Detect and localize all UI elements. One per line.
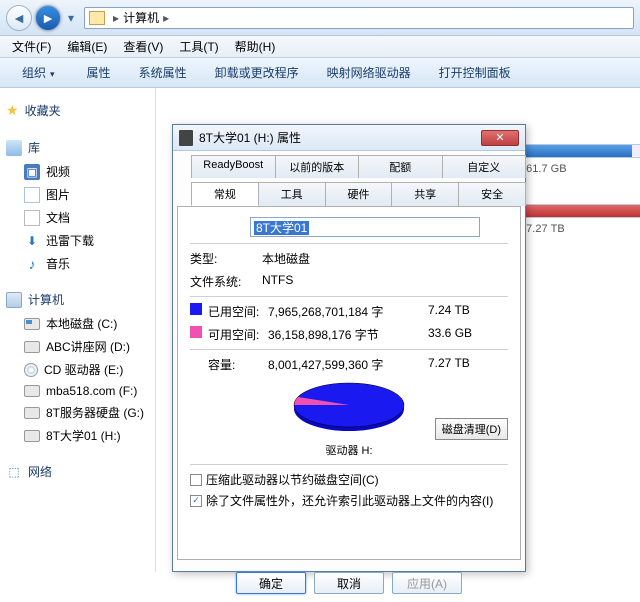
drive-d[interactable]: ABC讲座网 (D:)	[6, 335, 149, 358]
network-header[interactable]: ⬚网络	[6, 463, 149, 480]
cap-label: 容量:	[208, 356, 268, 373]
lib-videos[interactable]: ▣视频	[6, 160, 149, 183]
picture-icon	[24, 187, 40, 203]
type-label: 类型:	[190, 250, 262, 267]
disk-cleanup-button[interactable]: 磁盘清理(D)	[435, 418, 508, 440]
tab-readyboost[interactable]: ReadyBoost	[191, 155, 276, 178]
apply-button[interactable]: 应用(A)	[392, 572, 462, 594]
address-bar[interactable]: ▸ 计算机 ▸	[84, 7, 634, 29]
cap-human: 7.27 TB	[428, 356, 494, 373]
drive-icon	[24, 430, 40, 442]
drive-icon	[24, 341, 40, 353]
menu-file[interactable]: 文件(F)	[4, 36, 59, 57]
navigation-bar: ◄ ► ▾ ▸ 计算机 ▸	[0, 0, 640, 36]
capacity-c: , 共 61.7 GB	[506, 144, 640, 176]
menu-tools[interactable]: 工具(T)	[171, 36, 226, 57]
close-button[interactable]: ✕	[481, 130, 519, 146]
dialog-buttons: 确定 取消 应用(A)	[173, 564, 525, 602]
free-label: 可用空间:	[208, 326, 268, 343]
drive-icon	[24, 407, 40, 419]
type-value: 本地磁盘	[262, 250, 310, 267]
document-icon	[24, 210, 40, 226]
drive-icon	[24, 318, 40, 330]
tab-sharing[interactable]: 共享	[391, 182, 459, 206]
tab-previous[interactable]: 以前的版本	[275, 155, 360, 178]
ctrlpanel-button[interactable]: 打开控制面板	[425, 60, 525, 85]
music-icon: ♪	[24, 256, 40, 272]
network-icon: ⬚	[6, 464, 22, 480]
drive-f[interactable]: mba518.com (F:)	[6, 381, 149, 401]
uninstall-button[interactable]: 卸载或更改程序	[201, 60, 313, 85]
tab-security[interactable]: 安全	[458, 182, 526, 206]
checkbox-icon[interactable]: ✓	[190, 495, 202, 507]
tab-custom[interactable]: 自定义	[442, 155, 527, 178]
organize-button[interactable]: 组织	[8, 60, 73, 85]
cancel-button[interactable]: 取消	[314, 572, 384, 594]
compress-checkbox-row[interactable]: 压缩此驱动器以节约磁盘空间(C)	[190, 471, 508, 488]
lib-thunder[interactable]: ⬇迅雷下载	[6, 229, 149, 252]
drive-g[interactable]: 8T服务器硬盘 (G:)	[6, 401, 149, 424]
used-label: 已用空间:	[208, 303, 268, 320]
free-bytes: 36,158,898,176 字节	[268, 326, 428, 343]
volume-name-input[interactable]: 8T大学01	[250, 217, 480, 237]
ok-button[interactable]: 确定	[236, 572, 306, 594]
menu-edit[interactable]: 编辑(E)	[59, 36, 115, 57]
lib-documents[interactable]: 文档	[6, 206, 149, 229]
video-icon: ▣	[24, 164, 40, 180]
capacity-h: , 共 7.27 TB	[506, 204, 640, 236]
free-human: 33.6 GB	[428, 326, 494, 343]
drive-c[interactable]: 本地磁盘 (C:)	[6, 312, 149, 335]
tab-general[interactable]: 常规	[191, 182, 259, 206]
properties-dialog: 8T大学01 (H:) 属性 ✕ ReadyBoost 以前的版本 配额 自定义…	[172, 124, 526, 572]
forward-button[interactable]: ►	[35, 5, 61, 31]
favorites-header[interactable]: ★收藏夹	[6, 102, 149, 119]
checkbox-icon[interactable]	[190, 474, 202, 486]
used-human: 7.24 TB	[428, 303, 494, 320]
lib-pictures[interactable]: 图片	[6, 183, 149, 206]
usage-pie: 磁盘清理(D)	[190, 379, 508, 440]
lib-music[interactable]: ♪音乐	[6, 252, 149, 275]
chevron-right-icon: ▸	[109, 11, 123, 25]
properties-button[interactable]: 属性	[73, 60, 125, 85]
sysprops-button[interactable]: 系统属性	[125, 60, 201, 85]
tab-quota[interactable]: 配额	[358, 155, 443, 178]
index-checkbox-row[interactable]: ✓除了文件属性外，还允许索引此驱动器上文件的内容(I)	[190, 492, 508, 509]
menu-bar: 文件(F) 编辑(E) 查看(V) 工具(T) 帮助(H)	[0, 36, 640, 58]
fs-label: 文件系统:	[190, 273, 262, 290]
library-icon	[6, 140, 22, 156]
cd-icon	[24, 363, 38, 377]
computer-icon	[6, 292, 22, 308]
tab-row-bottom: 常规 工具 硬件 共享 安全	[173, 182, 525, 206]
navigation-pane: ★收藏夹 库 ▣视频 图片 文档 ⬇迅雷下载 ♪音乐 计算机 本地磁盘 (C:)…	[0, 88, 156, 572]
drive-e[interactable]: CD 驱动器 (E:)	[6, 358, 149, 381]
drive-label: 驱动器 H:	[190, 442, 508, 458]
tab-hardware[interactable]: 硬件	[325, 182, 393, 206]
download-icon: ⬇	[24, 233, 40, 249]
menu-help[interactable]: 帮助(H)	[227, 36, 284, 57]
computer-icon	[89, 11, 105, 25]
fs-value: NTFS	[262, 273, 293, 290]
drive-icon	[24, 385, 40, 397]
tab-row-top: ReadyBoost 以前的版本 配额 自定义	[173, 155, 525, 178]
breadcrumb[interactable]: 计算机	[123, 9, 159, 26]
dropdown-icon[interactable]: ▾	[68, 11, 74, 25]
free-swatch	[190, 326, 202, 338]
libraries-header[interactable]: 库	[6, 139, 149, 156]
tab-tools[interactable]: 工具	[258, 182, 326, 206]
general-tab-panel: 8T大学01 类型:本地磁盘 文件系统:NTFS 已用空间:7,965,268,…	[177, 206, 521, 560]
drive-h[interactable]: 8T大学01 (H:)	[6, 424, 149, 447]
menu-view[interactable]: 查看(V)	[115, 36, 171, 57]
drive-icon	[179, 130, 193, 146]
chevron-right-icon: ▸	[159, 11, 173, 25]
dialog-title: 8T大学01 (H:) 属性	[199, 129, 301, 146]
used-swatch	[190, 303, 202, 315]
used-bytes: 7,965,268,701,184 字	[268, 303, 428, 320]
dialog-titlebar[interactable]: 8T大学01 (H:) 属性 ✕	[173, 125, 525, 151]
star-icon: ★	[6, 102, 19, 119]
computer-header[interactable]: 计算机	[6, 291, 149, 308]
cap-bytes: 8,001,427,599,360 字	[268, 356, 428, 373]
back-button[interactable]: ◄	[6, 5, 32, 31]
mapdrive-button[interactable]: 映射网络驱动器	[313, 60, 425, 85]
command-bar: 组织 属性 系统属性 卸载或更改程序 映射网络驱动器 打开控制面板	[0, 58, 640, 88]
